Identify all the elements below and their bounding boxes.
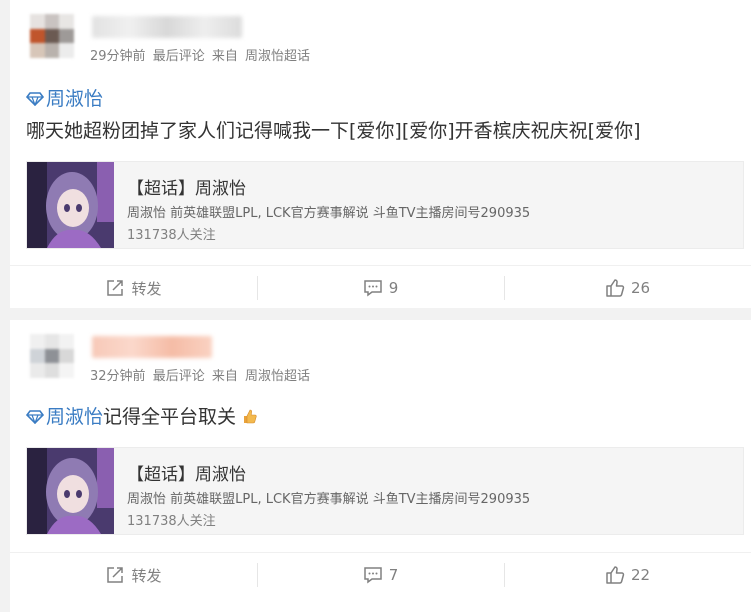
post-card: 32分钟前 最后评论 来自 周淑怡超话 周淑怡记得全平台取关 【超话】周淑怡 周… xyxy=(10,320,751,612)
feed: 29分钟前 最后评论 来自 周淑怡超话 周淑怡 哪天她超粉团掉了家人们记得喊我一… xyxy=(0,0,751,612)
source-link[interactable]: 周淑怡超话 xyxy=(245,369,310,384)
topic-row: 周淑怡 xyxy=(25,86,103,112)
post-header: 32分钟前 最后评论 来自 周淑怡超话 xyxy=(30,334,730,394)
like-icon xyxy=(606,566,625,584)
last-comment-label: 最后评论 xyxy=(152,369,205,384)
supertopic-title: 【超话】周淑怡 xyxy=(127,465,246,485)
action-bar: 转发 9 26 xyxy=(10,265,751,310)
supertopic-description: 周淑怡 前英雄联盟LPL, LCK官方赛事解说 斗鱼TV主播房间号290935 xyxy=(127,492,531,507)
repost-button[interactable]: 转发 xyxy=(10,553,257,597)
supertopic-share-card[interactable]: 【超话】周淑怡 周淑怡 前英雄联盟LPL, LCK官方赛事解说 斗鱼TV主播房间… xyxy=(26,161,744,249)
repost-icon xyxy=(107,567,124,583)
repost-icon xyxy=(107,280,124,296)
comment-button[interactable]: 9 xyxy=(257,266,504,310)
thumbs-up-emoji xyxy=(242,406,258,424)
supertopic-thumbnail xyxy=(27,448,114,534)
post-time[interactable]: 29分钟前 xyxy=(90,49,146,64)
comment-count: 7 xyxy=(388,566,399,584)
repost-label: 转发 xyxy=(131,566,162,585)
comment-icon xyxy=(363,280,382,297)
like-button[interactable]: 22 xyxy=(504,553,751,597)
supertopic-followers: 131738人关注 xyxy=(127,514,216,529)
post-meta: 32分钟前 最后评论 来自 周淑怡超话 xyxy=(90,365,313,384)
supertopic-thumbnail xyxy=(27,162,114,248)
supertopic-share-card[interactable]: 【超话】周淑怡 周淑怡 前英雄联盟LPL, LCK官方赛事解说 斗鱼TV主播房间… xyxy=(26,447,744,535)
source-link[interactable]: 周淑怡超话 xyxy=(245,49,310,64)
topic-link[interactable]: 周淑怡 xyxy=(46,406,103,428)
post-header: 29分钟前 最后评论 来自 周淑怡超话 xyxy=(30,14,730,74)
post-text: 记得全平台取关 xyxy=(103,406,237,428)
last-comment-label: 最后评论 xyxy=(152,49,205,64)
post-meta: 29分钟前 最后评论 来自 周淑怡超话 xyxy=(90,45,313,64)
supertopic-description: 周淑怡 前英雄联盟LPL, LCK官方赛事解说 斗鱼TV主播房间号290935 xyxy=(127,206,531,221)
avatar[interactable] xyxy=(30,334,74,378)
post-text: 哪天她超粉团掉了家人们记得喊我一下[爱你][爱你]开香槟庆祝庆祝[爱你] xyxy=(26,120,641,142)
gem-icon xyxy=(25,405,45,425)
comment-icon xyxy=(363,567,382,584)
like-icon xyxy=(606,279,625,297)
source-prefix: 来自 xyxy=(211,49,238,64)
username-redacted[interactable] xyxy=(92,336,212,358)
repost-label: 转发 xyxy=(131,279,162,298)
username-redacted[interactable] xyxy=(92,16,242,38)
source-prefix: 来自 xyxy=(211,369,238,384)
supertopic-title: 【超话】周淑怡 xyxy=(127,179,246,199)
like-count: 22 xyxy=(630,566,651,584)
post-time[interactable]: 32分钟前 xyxy=(90,369,146,384)
like-button[interactable]: 26 xyxy=(504,266,751,310)
gem-icon xyxy=(25,87,45,107)
post-card: 29分钟前 最后评论 来自 周淑怡超话 周淑怡 哪天她超粉团掉了家人们记得喊我一… xyxy=(10,0,751,308)
supertopic-followers: 131738人关注 xyxy=(127,228,216,243)
comment-button[interactable]: 7 xyxy=(257,553,504,597)
comment-count: 9 xyxy=(388,279,399,297)
action-bar: 转发 7 22 xyxy=(10,552,751,597)
post-text-row: 周淑怡记得全平台取关 xyxy=(25,404,258,430)
repost-button[interactable]: 转发 xyxy=(10,266,257,310)
topic-link[interactable]: 周淑怡 xyxy=(46,88,103,110)
like-count: 26 xyxy=(630,279,651,297)
avatar[interactable] xyxy=(30,14,74,58)
